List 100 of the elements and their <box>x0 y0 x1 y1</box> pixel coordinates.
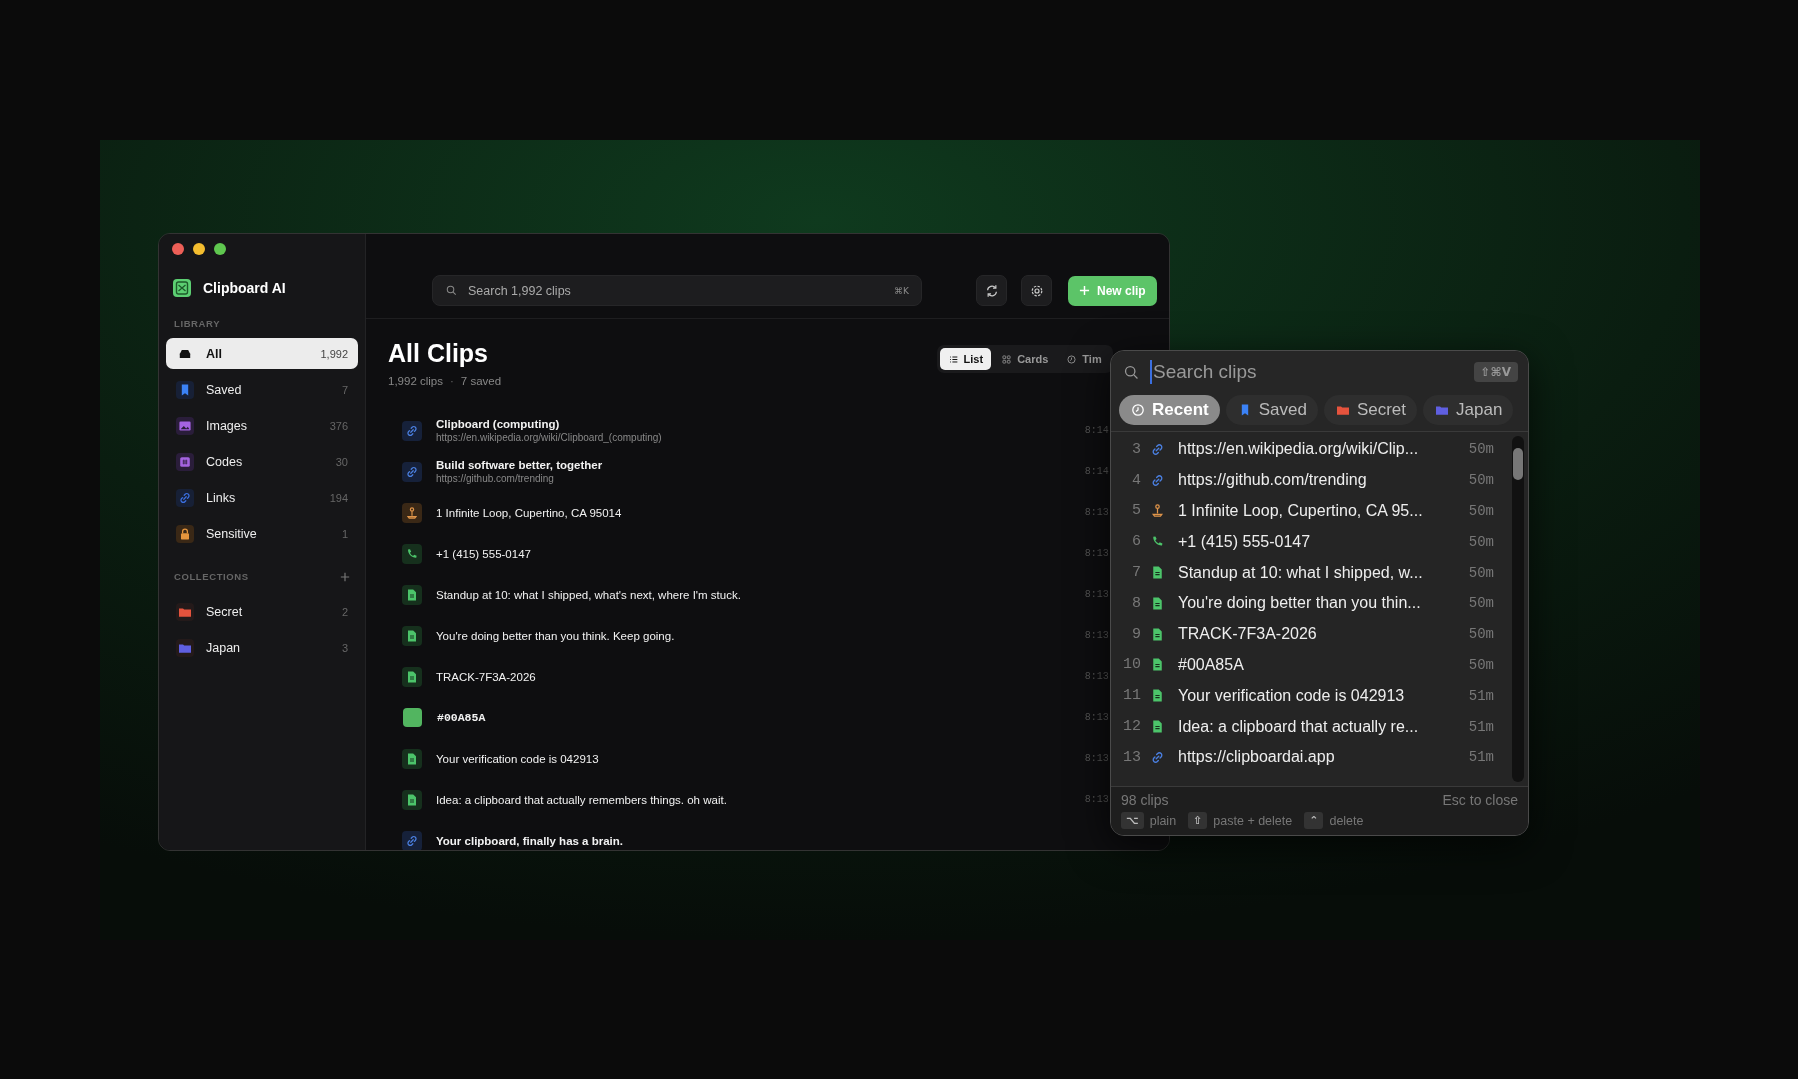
phone-icon <box>402 543 422 564</box>
clip-row[interactable]: 4 https://github.com/trending 50m <box>1111 464 1512 496</box>
search-input[interactable]: Search 1,992 clips <box>466 282 887 299</box>
clip-url: https://github.com/trending <box>436 473 554 484</box>
clip-title: Your clipboard, finally has a brain. <box>436 834 624 847</box>
hash-icon <box>176 452 194 471</box>
sidebar-item[interactable]: Links 194 <box>166 482 358 513</box>
search-field[interactable]: Search clips <box>1150 360 1474 384</box>
search-icon <box>445 284 458 297</box>
scrollbar[interactable] <box>1512 436 1524 782</box>
filter-chip[interactable]: Japan <box>1423 395 1514 425</box>
row-number: 13 <box>1122 748 1141 766</box>
clip-time: 8:14 <box>1084 425 1109 436</box>
section-heading: LIBRARY <box>174 318 221 329</box>
list-icon <box>947 353 959 365</box>
clip-text: https://en.wikipedia.org/wiki/Clip... <box>1178 440 1420 459</box>
filter-chip[interactable]: Secret <box>1323 395 1418 425</box>
row-number: 8 <box>1131 594 1141 612</box>
sidebar-item[interactable]: Sensitive 1 <box>166 518 358 549</box>
clip-text: TRACK-7F3A-2026 <box>1178 625 1318 644</box>
clip-text: #00A85A <box>1178 655 1245 674</box>
row-number: 6 <box>1131 533 1141 551</box>
note-icon <box>402 789 422 810</box>
clip-age: 50m <box>1468 564 1494 581</box>
clip-text: https://github.com/trending <box>1178 471 1368 490</box>
shortcut-hint: ⌘K <box>894 285 909 296</box>
image-icon <box>176 416 194 435</box>
sidebar-item[interactable]: Secret 2 <box>166 596 358 627</box>
clip-text: You're doing better than you thin... <box>1178 594 1422 613</box>
filter-chip[interactable]: Saved <box>1225 395 1318 425</box>
key-hint: delete <box>1329 813 1364 828</box>
clip-row[interactable]: 9 TRACK-7F3A-2026 50m <box>1111 618 1512 650</box>
clip-text: 1 Infinite Loop, Cupertino, CA 95... <box>1178 502 1424 520</box>
clip-row[interactable]: 8 You're doing better than you thin... 50m <box>1111 588 1512 619</box>
sidebar-item[interactable]: Codes 30 <box>166 446 358 477</box>
search-field[interactable]: Search 1,992 clips ⌘K <box>432 275 922 306</box>
clip-age: 51m <box>1468 718 1494 735</box>
clip-text: Your verification code is 042913 <box>1178 686 1406 705</box>
clip-title: Build software better, together <box>436 459 603 471</box>
clip-age: 51m <box>1468 749 1494 766</box>
row-number: 7 <box>1131 564 1141 582</box>
search-icon <box>1123 363 1140 381</box>
row-number: 12 <box>1122 718 1141 736</box>
bookmark-icon <box>176 380 194 399</box>
clip-row[interactable]: 3 https://en.wikipedia.org/wiki/Clip... 50m <box>1111 434 1512 465</box>
clip-age: 50m <box>1468 595 1494 612</box>
shortcut-hint: ⇧⌘V <box>1473 362 1518 382</box>
clip-time: 8:13 <box>1084 753 1109 764</box>
key-cap: ⌃ <box>1304 812 1324 829</box>
note-icon <box>402 666 422 687</box>
clip-title: You're doing better than you think. Keep going. <box>436 629 675 642</box>
note-icon <box>402 748 422 769</box>
sidebar-item[interactable]: Japan 3 <box>166 632 358 663</box>
clip-row[interactable]: 12 Idea: a clipboard that actually re... 51m <box>1111 711 1512 742</box>
sidebar-item[interactable]: All 1,992 <box>166 338 358 369</box>
view-tab[interactable]: Tim <box>1058 348 1110 370</box>
clip-row[interactable]: 6 +1 (415) 555-0147 50m <box>1111 526 1512 558</box>
clip-time: 8:13 <box>1084 671 1109 682</box>
settings-button[interactable] <box>1021 275 1052 306</box>
clip-age: 50m <box>1468 626 1494 643</box>
clip-title: 1 Infinite Loop, Cupertino, CA 95014 <box>436 506 622 519</box>
section-heading: COLLECTIONS <box>174 571 249 582</box>
close-button[interactable] <box>172 243 184 255</box>
clock-icon <box>1066 353 1078 365</box>
location-icon <box>402 502 422 523</box>
key-hint: paste + delete <box>1213 813 1293 828</box>
minimize-button[interactable] <box>193 243 205 255</box>
link-icon <box>402 461 422 482</box>
clip-age: 50m <box>1468 441 1494 458</box>
clip-url: https://en.wikipedia.org/wiki/Clipboard_(computing) <box>436 432 662 443</box>
clock-icon <box>1130 402 1146 418</box>
zoom-button[interactable] <box>214 243 226 255</box>
sidebar-item[interactable]: Saved 7 <box>166 374 358 405</box>
row-number: 9 <box>1131 625 1141 643</box>
clip-row[interactable]: 10 #00A85A 50m <box>1111 649 1512 681</box>
clip-row[interactable]: 7 Standup at 10: what I shipped, w... 50m <box>1111 557 1512 588</box>
clip-age: 50m <box>1468 503 1494 519</box>
close-hint: Esc to close <box>1442 792 1518 808</box>
clip-age: 51m <box>1468 687 1494 704</box>
clip-age: 50m <box>1468 533 1494 550</box>
clip-title: Your verification code is 042913 <box>436 752 599 765</box>
view-tab[interactable]: Cards <box>993 348 1057 370</box>
refresh-button[interactable] <box>976 275 1007 306</box>
clip-row[interactable]: 13 https://clipboardai.app 51m <box>1111 741 1512 773</box>
row-number: 5 <box>1131 502 1141 520</box>
clip-row[interactable]: 11 Your verification code is 042913 51m <box>1111 680 1512 712</box>
view-tab[interactable]: List <box>939 348 992 370</box>
clip-age: 50m <box>1468 656 1494 673</box>
grid-icon <box>1001 353 1013 365</box>
clip-title: TRACK-7F3A-2026 <box>436 670 536 683</box>
add-icon[interactable] <box>340 571 350 582</box>
clip-time: 8:13 <box>1084 548 1109 559</box>
separator-dot: · <box>450 375 454 387</box>
clip-title: Standup at 10: what I shipped, what's next, where I'm stuck. <box>436 588 741 601</box>
clip-time: 8:13 <box>1084 507 1109 518</box>
clip-title: Idea: a clipboard that actually remembers things. oh wait. <box>436 793 727 806</box>
row-number: 3 <box>1131 440 1141 458</box>
clip-row[interactable]: 5 1 Infinite Loop, Cupertino, CA 95... 50m <box>1111 495 1512 527</box>
link-icon <box>402 420 422 441</box>
sidebar-item[interactable]: Images 376 <box>166 410 358 441</box>
